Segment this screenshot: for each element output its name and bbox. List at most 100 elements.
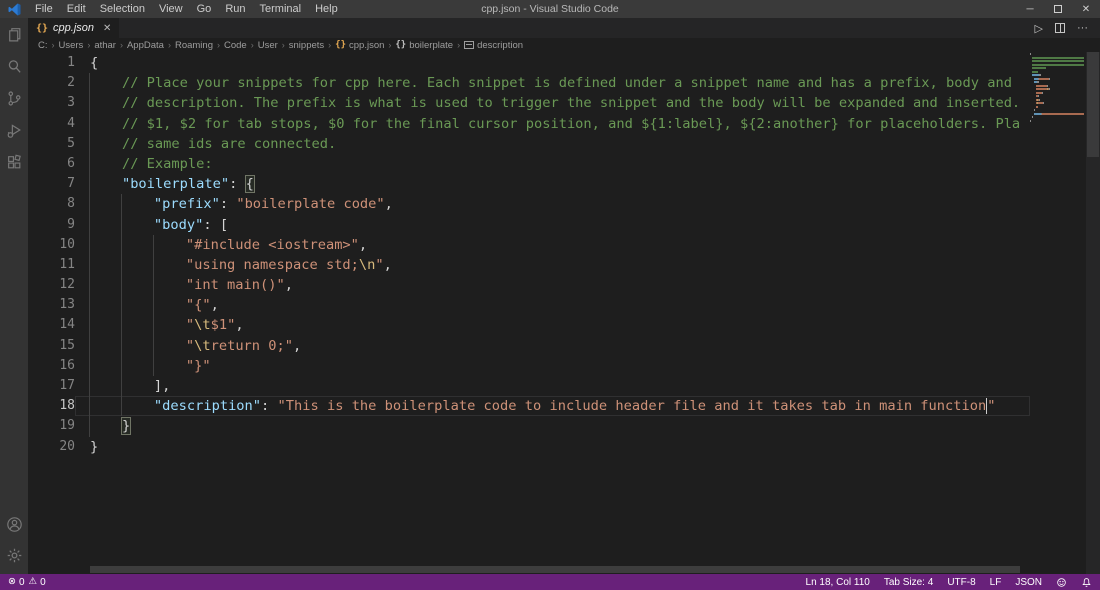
maximize-button[interactable] (1044, 0, 1072, 18)
line-number[interactable]: 3 (28, 93, 75, 113)
code-text[interactable]: "prefix": "boilerplate code", (75, 194, 1030, 215)
code-line-10[interactable]: 10 "#include <iostream>", (28, 234, 1030, 255)
code-area[interactable]: 1{2// Place your snippets for cpp here. … (28, 53, 1030, 457)
code-text[interactable]: } (75, 437, 1030, 457)
problems-errors[interactable]: ⊗ 0 (8, 577, 25, 588)
language-mode[interactable]: JSON (1015, 577, 1042, 588)
code-line-15[interactable]: 15 "\treturn 0;", (28, 335, 1030, 356)
code-line-14[interactable]: 14 "\t$1", (28, 315, 1030, 336)
vertical-scrollbar[interactable] (1086, 52, 1100, 574)
code-line-12[interactable]: 12 "int main()", (28, 275, 1030, 296)
tab-cpp-json[interactable]: {} cpp.json ✕ (28, 18, 120, 38)
encoding-indicator[interactable]: UTF-8 (947, 577, 975, 588)
code-line-9[interactable]: 9 "body": [ (28, 214, 1030, 235)
tab-close-icon[interactable]: ✕ (103, 23, 111, 34)
line-number[interactable]: 9 (28, 215, 75, 235)
line-number[interactable]: 15 (28, 336, 75, 356)
code-line-13[interactable]: 13 "{", (28, 295, 1030, 316)
eol-indicator[interactable]: LF (990, 577, 1002, 588)
horizontal-scrollbar[interactable] (90, 566, 1020, 573)
code-line-2[interactable]: 2// Place your snippets for cpp here. Ea… (28, 73, 1030, 94)
menu-item-go[interactable]: Go (190, 0, 219, 18)
code-line-16[interactable]: 16 "}" (28, 355, 1030, 376)
line-number[interactable]: 18 (28, 396, 75, 416)
breadcrumb-item-description[interactable]: description (464, 40, 523, 51)
code-line-11[interactable]: 11 "using namespace std;\n", (28, 254, 1030, 276)
code-text[interactable]: "description": "This is the boilerplate … (75, 396, 1030, 417)
tab-size-indicator[interactable]: Tab Size: 4 (884, 577, 933, 588)
code-text[interactable]: "body": [ (75, 214, 1030, 235)
breadcrumb-item-appdata[interactable]: AppData (127, 40, 164, 51)
code-text[interactable]: "\t$1", (75, 315, 1030, 336)
line-number[interactable]: 16 (28, 356, 75, 376)
line-number[interactable]: 20 (28, 437, 75, 457)
line-number[interactable]: 17 (28, 376, 75, 396)
code-text[interactable]: "#include <iostream>", (75, 234, 1030, 255)
breadcrumb-item-user[interactable]: User (258, 40, 278, 51)
code-text[interactable]: // description. The prefix is what is us… (75, 93, 1030, 114)
line-number[interactable]: 11 (28, 255, 75, 275)
problems-warnings[interactable]: ⚠ 0 (29, 577, 46, 588)
breadcrumb-item-c-[interactable]: C: (38, 40, 48, 51)
code-line-3[interactable]: 3// description. The prefix is what is u… (28, 93, 1030, 114)
line-number[interactable]: 4 (28, 114, 75, 134)
code-line-7[interactable]: 7 "boilerplate": { (28, 174, 1030, 195)
code-text[interactable]: // same ids are connected. (75, 133, 1030, 154)
code-text[interactable]: "}" (75, 355, 1030, 376)
code-line-4[interactable]: 4// $1, $2 for tab stops, $0 for the fin… (28, 113, 1030, 134)
code-line-6[interactable]: 6// Example: (28, 153, 1030, 175)
code-text[interactable]: "\treturn 0;", (75, 335, 1030, 356)
breadcrumb-item-code[interactable]: Code (224, 40, 247, 51)
line-number[interactable]: 8 (28, 194, 75, 214)
code-line-8[interactable]: 8 "prefix": "boilerplate code", (28, 194, 1030, 215)
code-text[interactable]: "{", (75, 295, 1030, 316)
line-number[interactable]: 10 (28, 235, 75, 255)
line-number[interactable]: 7 (28, 174, 75, 194)
breadcrumb-item-athar[interactable]: athar (94, 40, 116, 51)
code-text[interactable]: "int main()", (75, 275, 1030, 296)
line-number[interactable]: 13 (28, 295, 75, 315)
menu-item-help[interactable]: Help (308, 0, 345, 18)
editor[interactable]: 1{2// Place your snippets for cpp here. … (28, 52, 1100, 574)
code-line-5[interactable]: 5// same ids are connected. (28, 133, 1030, 154)
breadcrumb-item-roaming[interactable]: Roaming (175, 40, 213, 51)
code-line-20[interactable]: 20} (28, 437, 1030, 457)
settings-gear-icon[interactable] (6, 547, 23, 564)
code-text[interactable]: // $1, $2 for tab stops, $0 for the fina… (75, 113, 1030, 134)
explorer-icon[interactable] (6, 26, 23, 43)
line-number[interactable]: 6 (28, 154, 75, 174)
breadcrumb-item-snippets[interactable]: snippets (289, 40, 324, 51)
close-window-button[interactable]: ✕ (1072, 0, 1100, 18)
menu-item-selection[interactable]: Selection (93, 0, 152, 18)
code-text[interactable]: } (75, 416, 1030, 437)
breadcrumb-item-users[interactable]: Users (59, 40, 84, 51)
line-number[interactable]: 2 (28, 73, 75, 93)
menu-item-terminal[interactable]: Terminal (253, 0, 309, 18)
menu-item-view[interactable]: View (152, 0, 190, 18)
code-line-18[interactable]: 18 "description": "This is the boilerplat… (28, 396, 1030, 417)
cursor-position[interactable]: Ln 18, Col 110 (806, 577, 870, 588)
breadcrumb-item-boilerplate[interactable]: {} boilerplate (395, 40, 453, 51)
split-editor-icon[interactable] (1055, 23, 1065, 33)
extensions-icon[interactable] (6, 154, 23, 171)
code-text[interactable]: "boilerplate": { (75, 174, 1030, 195)
line-number[interactable]: 14 (28, 315, 75, 335)
account-icon[interactable] (6, 516, 23, 533)
feedback-icon[interactable] (1056, 577, 1067, 588)
menu-item-run[interactable]: Run (218, 0, 252, 18)
line-number[interactable]: 12 (28, 275, 75, 295)
code-text[interactable]: ], (75, 376, 1030, 397)
source-control-icon[interactable] (6, 90, 23, 107)
code-text[interactable]: // Example: (75, 153, 1030, 175)
menu-item-edit[interactable]: Edit (60, 0, 93, 18)
run-file-icon[interactable]: ▷ (1035, 22, 1043, 35)
code-text[interactable]: // Place your snippets for cpp here. Eac… (75, 73, 1030, 94)
breadcrumb-item-cpp-json[interactable]: {} cpp.json (335, 40, 384, 51)
line-number[interactable]: 5 (28, 134, 75, 154)
menu-item-file[interactable]: File (28, 0, 60, 18)
minimap[interactable] (1030, 53, 1086, 574)
line-number[interactable]: 1 (28, 53, 75, 73)
line-number[interactable]: 19 (28, 416, 75, 436)
notifications-bell-icon[interactable] (1081, 577, 1092, 588)
run-debug-icon[interactable] (6, 122, 23, 139)
